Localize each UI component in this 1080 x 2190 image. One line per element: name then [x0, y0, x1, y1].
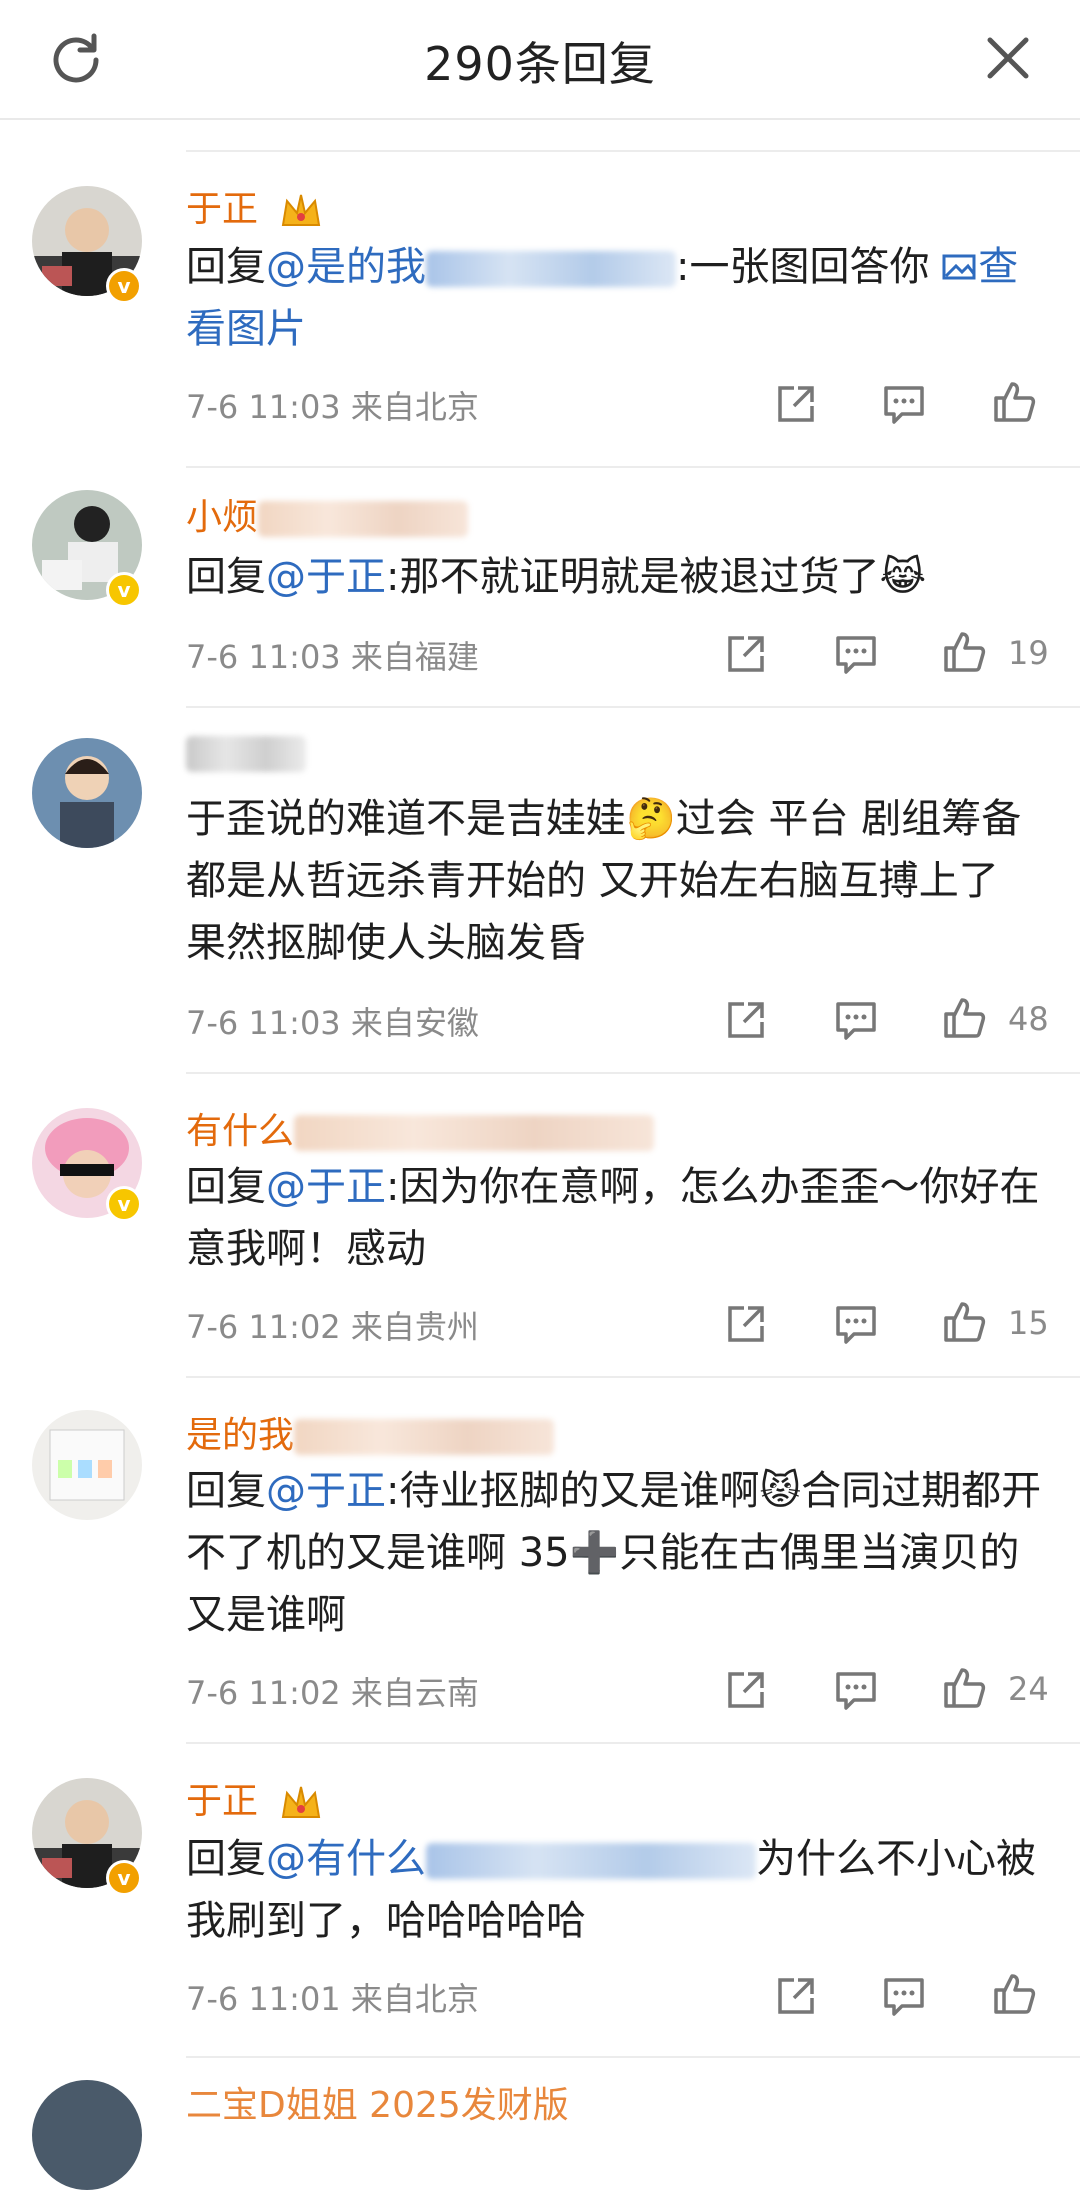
like-icon[interactable] — [940, 1298, 988, 1346]
username[interactable]: 于正 — [186, 180, 323, 232]
mention-link[interactable]: @有什么 — [266, 1836, 426, 1882]
comment-text: 回复@于正:那不就证明就是被退过货了😹 — [186, 554, 927, 600]
mention-link[interactable]: @于正 — [266, 1164, 386, 1210]
verified-badge: v — [106, 268, 142, 304]
share-icon[interactable] — [722, 1300, 770, 1348]
mention-link[interactable]: @于正 — [266, 554, 386, 600]
divider — [186, 1742, 1080, 1744]
comment-text: 回复@有什么 为什么不小心被我刷到了，哈哈哈哈哈 — [186, 1836, 1036, 1944]
divider — [186, 706, 1080, 708]
close-icon[interactable] — [982, 32, 1034, 84]
verified-badge: v — [106, 1860, 142, 1896]
mention-link[interactable]: @是的我 — [266, 244, 426, 290]
comment-meta: 7-6 11:02 来自云南 — [186, 1674, 479, 1712]
avatar[interactable] — [32, 1410, 142, 1520]
like-icon[interactable] — [940, 1664, 988, 1712]
like-count: 19 — [1008, 634, 1049, 672]
like-count: 48 — [1008, 1000, 1049, 1038]
username[interactable]: 二宝D姐姐 2025发财版 — [186, 2076, 569, 2128]
mention-link[interactable]: @于正 — [266, 1468, 386, 1514]
comment-icon[interactable] — [832, 630, 880, 678]
like-icon[interactable] — [990, 378, 1038, 426]
username[interactable]: 小烦 — [186, 488, 469, 540]
username[interactable] — [186, 732, 306, 773]
username[interactable]: 是的我 — [186, 1406, 555, 1458]
like-count: 24 — [1008, 1670, 1049, 1708]
share-icon[interactable] — [772, 1972, 820, 2020]
divider — [186, 2056, 1080, 2058]
username[interactable]: 于正 — [186, 1772, 323, 1824]
blurred-text — [426, 251, 676, 287]
share-icon[interactable] — [772, 380, 820, 428]
comment-icon[interactable] — [880, 1972, 928, 2020]
verified-badge: v — [106, 572, 142, 608]
laugh-emoji: 😹 — [879, 554, 927, 600]
divider — [186, 150, 1080, 152]
share-icon[interactable] — [722, 1666, 770, 1714]
share-icon[interactable] — [722, 996, 770, 1044]
comment-meta: 7-6 11:03 来自北京 — [186, 388, 479, 426]
comment-icon[interactable] — [832, 1666, 880, 1714]
page-title: 290条回复 — [424, 37, 656, 91]
username[interactable]: 有什么 — [186, 1102, 655, 1154]
comment-meta: 7-6 11:03 来自福建 — [186, 638, 479, 676]
comment-icon[interactable] — [832, 996, 880, 1044]
like-icon[interactable] — [940, 994, 988, 1042]
comment-icon[interactable] — [880, 380, 928, 428]
comment-text: 回复@于正:因为你在意啊，怎么办歪歪～你好在意我啊！感动 — [186, 1164, 1040, 1272]
like-icon[interactable] — [940, 628, 988, 676]
crown-icon — [282, 1786, 321, 1818]
comment-meta: 7-6 11:02 来自贵州 — [186, 1308, 479, 1346]
share-icon[interactable] — [722, 630, 770, 678]
divider — [186, 466, 1080, 468]
like-count: 15 — [1008, 1304, 1049, 1342]
comment-text: 于歪说的难道不是吉娃娃🤔过会 平台 剧组筹备都是从哲远杀青开始的 又开始左右脑互… — [186, 796, 1022, 966]
crown-icon — [282, 194, 321, 226]
verified-badge: v — [106, 1186, 142, 1222]
avatar[interactable] — [32, 2080, 142, 2190]
comment-text: 回复@于正:待业抠脚的又是谁啊😾合同过期都开不了机的又是谁啊 35➕只能在古偶里… — [186, 1468, 1042, 1638]
like-icon[interactable] — [990, 1970, 1038, 2018]
divider — [186, 1072, 1080, 1074]
divider — [186, 1376, 1080, 1378]
avatar[interactable] — [32, 738, 142, 848]
comment-meta: 7-6 11:03 来自安徽 — [186, 1004, 479, 1042]
comment-icon[interactable] — [832, 1300, 880, 1348]
comment-text: 回复@是的我:一张图回答你 查看图片 — [186, 244, 1019, 352]
comment-meta: 7-6 11:01 来自北京 — [186, 1980, 479, 2018]
reply-header: 290条回复 — [0, 0, 1080, 120]
image-icon — [942, 254, 976, 280]
